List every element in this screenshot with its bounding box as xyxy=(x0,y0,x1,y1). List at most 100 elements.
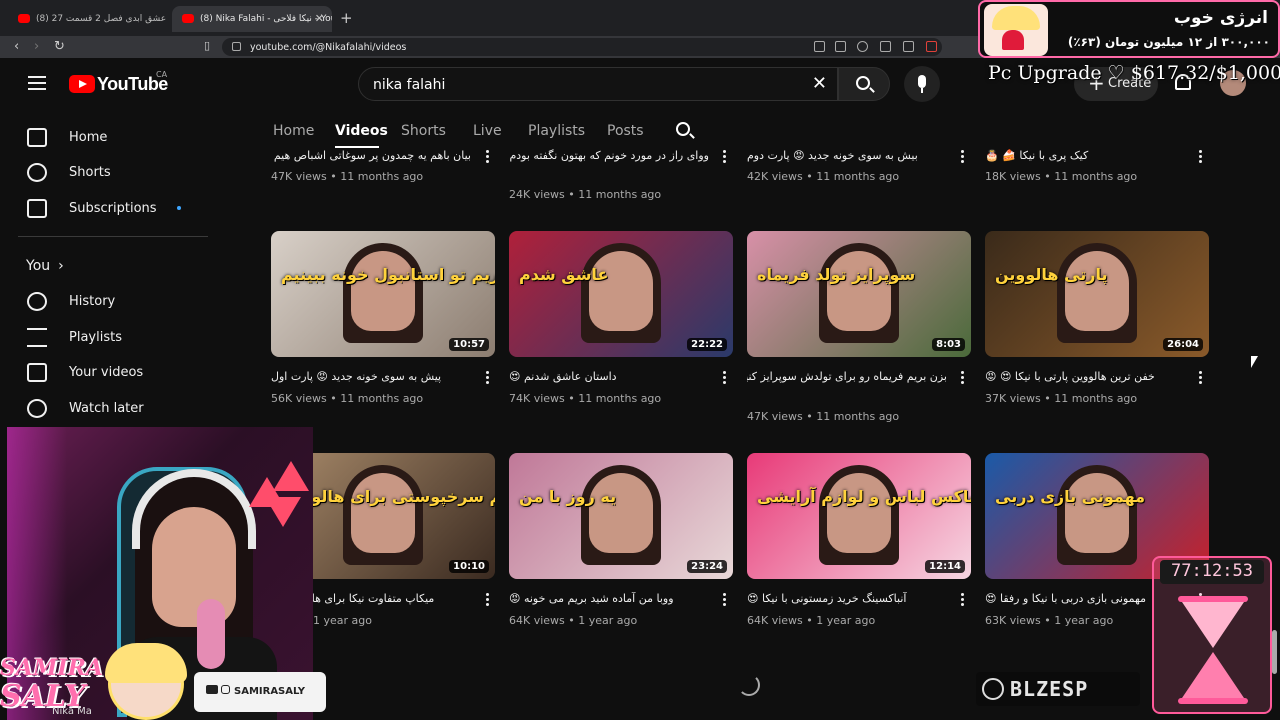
cast-icon[interactable] xyxy=(835,41,846,52)
video-views: 47K views xyxy=(747,410,803,423)
zoom-icon[interactable] xyxy=(857,41,868,52)
streamer-name-line: SAMIRA xyxy=(0,655,103,681)
thumbnail-caption: عاشق شدم xyxy=(519,265,609,284)
video-title[interactable]: پیش به سوی خونه جدید 😡 پارت اول xyxy=(271,370,471,383)
back-icon[interactable]: ‹ xyxy=(14,39,19,54)
video-menu-icon[interactable] xyxy=(486,593,490,607)
social-handle: SAMIRASALY xyxy=(234,686,306,697)
video-views: 37K views xyxy=(985,392,1041,405)
thumbnail-caption: گریم سرخپوستی برای هالووین xyxy=(281,487,495,506)
video-title[interactable]: ووبا من آماده شید بریم می خونه 😡 xyxy=(509,592,709,605)
thumbnail-caption: بریم تو استانبول خونه ببینیم xyxy=(281,265,495,284)
extension-icon[interactable] xyxy=(926,41,937,52)
video-meta: 47K views • 11 months ago xyxy=(747,410,900,423)
mouse-cursor-icon xyxy=(1251,356,1258,368)
video-thumbnail[interactable]: آنباکس لباس و لوازم آرایشی 12:14 xyxy=(747,453,971,579)
video-menu-icon[interactable] xyxy=(961,150,965,164)
thumbnail-caption: مهمونی بازی دربی xyxy=(995,487,1146,506)
video-age: 1 year ago xyxy=(313,614,372,627)
video-title[interactable]: بیش به سوی خونه جدید 😡 پارت دوم xyxy=(747,149,947,162)
video-title[interactable]: خفن ترین هالووین پارتی با نیکا 😍 😡 xyxy=(985,370,1185,383)
donation-goal-widget: انرژی خوب ۳۰۰,۰۰۰ از ۱۲ میلیون تومان (۶۳… xyxy=(978,0,1280,58)
tab-shorts[interactable]: Shorts xyxy=(401,123,446,139)
video-duration: 10:10 xyxy=(449,560,489,573)
sidebar-you-header[interactable]: You › xyxy=(26,258,64,274)
home-icon xyxy=(27,128,47,147)
video-thumbnail[interactable]: پارتی هالووین 26:04 xyxy=(985,231,1209,357)
video-thumbnail[interactable]: یه روز با من 23:24 xyxy=(509,453,733,579)
video-age: 11 months ago xyxy=(816,410,900,423)
video-age: 11 months ago xyxy=(340,392,424,405)
thumbnail-caption: آنباکس لباس و لوازم آرایشی xyxy=(757,487,971,506)
video-menu-icon[interactable] xyxy=(723,150,727,164)
sidebar-item-label: Subscriptions xyxy=(69,201,157,216)
browser-tab-active[interactable]: (8) Nika Falahi - نیکا فلاحی - YouTube ✕ xyxy=(172,6,332,32)
video-views: 56K views xyxy=(271,392,327,405)
url-field[interactable]: youtube.com/@Nikafalahi/videos xyxy=(222,38,942,56)
video-title[interactable]: کیک پری با نیکا 🍰 🎂 xyxy=(985,149,1185,162)
hamburger-menu-icon[interactable] xyxy=(28,76,46,90)
video-title[interactable]: بزن بریم فریماه رو برای تولدش سوپرایز کن… xyxy=(747,370,947,383)
video-menu-icon[interactable] xyxy=(961,371,965,385)
voice-search-button[interactable] xyxy=(904,66,940,102)
chevron-right-icon: › xyxy=(58,258,64,274)
forward-icon[interactable]: › xyxy=(34,39,39,54)
goal-text: Pc Upgrade ♡ $617.32/$1,000 xyxy=(988,62,1280,84)
sidebar-item-label: History xyxy=(69,294,116,309)
video-menu-icon[interactable] xyxy=(1199,371,1203,385)
clear-search-icon[interactable]: ✕ xyxy=(812,73,827,94)
page-scrollbar[interactable] xyxy=(1272,630,1277,674)
video-meta: 18K views • 11 months ago xyxy=(985,170,1138,183)
loading-spinner-icon xyxy=(738,674,760,696)
video-age: 11 months ago xyxy=(578,392,662,405)
browser-tab[interactable]: (8) عشق ابدی فصل 2 قسمت 27 - YouTube xyxy=(8,6,168,32)
under-brand-text: Nika Ma xyxy=(52,706,92,717)
thumbnail-caption: سوپرایز تولد فریماه xyxy=(757,265,916,284)
video-title[interactable]: ووای راز در مورد خونم که بهتون نگفته بود… xyxy=(509,149,709,162)
video-thumbnail[interactable]: عاشق شدم 22:22 xyxy=(509,231,733,357)
eye-off-icon[interactable] xyxy=(814,41,825,52)
sponsor-name: BLZESP xyxy=(1010,677,1089,701)
new-tab-icon[interactable]: + xyxy=(340,9,353,27)
tab-videos[interactable]: Videos xyxy=(335,123,388,139)
bookmark-icon[interactable]: ▯ xyxy=(204,39,210,52)
video-menu-icon[interactable] xyxy=(486,150,490,164)
tab-playlists[interactable]: Playlists xyxy=(528,123,585,139)
reload-icon[interactable]: ↻ xyxy=(54,39,65,54)
video-meta: 74K views • 11 months ago xyxy=(509,392,662,405)
video-title[interactable]: آنباکسینگ خرید زمستونی با نیکا 😍 xyxy=(747,592,947,605)
share-icon[interactable] xyxy=(880,41,891,52)
video-menu-icon[interactable] xyxy=(961,593,965,607)
shield-icon[interactable] xyxy=(903,41,914,52)
tab-posts[interactable]: Posts xyxy=(607,123,644,139)
video-menu-icon[interactable] xyxy=(723,371,727,385)
hexagon-light-icon xyxy=(243,457,313,547)
video-duration: 8:03 xyxy=(932,338,965,351)
video-menu-icon[interactable] xyxy=(486,371,490,385)
video-thumbnail[interactable]: سوپرایز تولد فریماه 8:03 xyxy=(747,231,971,357)
donation-amount: ۳۰۰,۰۰۰ از ۱۲ میلیون تومان (۶۳٪) xyxy=(1067,35,1270,49)
video-meta: 47K views • 11 months ago xyxy=(271,170,424,183)
microphone-icon xyxy=(918,75,926,88)
video-title[interactable]: بیان باهم یه چمدون پر سوغاتی اشباص هیم 🥰 xyxy=(271,149,471,162)
avatar-sticker xyxy=(105,643,187,720)
video-menu-icon[interactable] xyxy=(723,593,727,607)
history-icon xyxy=(27,292,47,311)
tab-home[interactable]: Home xyxy=(273,123,314,139)
channel-search-icon[interactable] xyxy=(676,122,690,136)
sponsor-logo: BLZESP xyxy=(976,672,1140,706)
tab-live[interactable]: Live xyxy=(473,123,502,139)
watch-later-icon xyxy=(27,399,47,418)
close-tab-icon[interactable]: ✕ xyxy=(315,12,324,25)
shorts-icon xyxy=(27,163,47,182)
video-menu-icon[interactable] xyxy=(1199,150,1203,164)
video-views: 64K views xyxy=(509,614,565,627)
video-thumbnail[interactable]: بریم تو استانبول خونه ببینیم 10:57 xyxy=(271,231,495,357)
video-title[interactable]: داستان عاشق شدنم 😍 xyxy=(509,370,709,383)
site-info-icon[interactable] xyxy=(232,42,241,51)
video-age: 11 months ago xyxy=(1054,392,1138,405)
search-icon xyxy=(856,76,870,90)
search-button[interactable] xyxy=(838,67,890,101)
video-meta: 24K views • 11 months ago xyxy=(509,188,662,201)
search-input[interactable]: nika falahi ✕ xyxy=(358,67,838,101)
